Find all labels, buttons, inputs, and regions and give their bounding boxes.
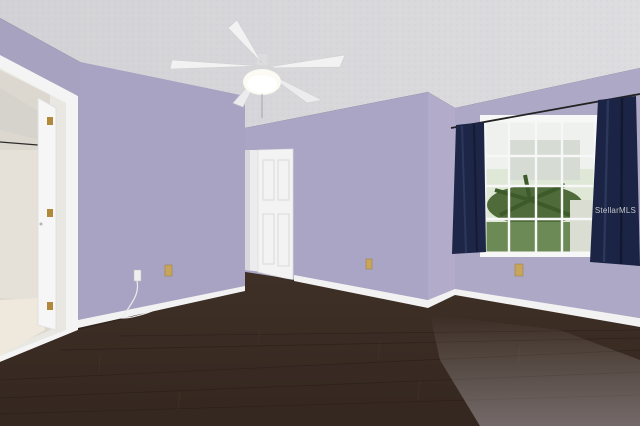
open-door [257, 148, 294, 281]
right-curtain [590, 96, 640, 266]
room-photo: StellarMLS [0, 0, 640, 426]
watermark-logo: StellarMLS [594, 206, 636, 215]
window [480, 115, 600, 257]
door-hinge-mid [47, 209, 53, 217]
left-curtain [452, 122, 486, 254]
bathroom-door [37, 97, 57, 331]
door-hinge-bottom [47, 302, 53, 310]
corner-wall [428, 92, 455, 300]
door-hinge-top [47, 117, 53, 125]
